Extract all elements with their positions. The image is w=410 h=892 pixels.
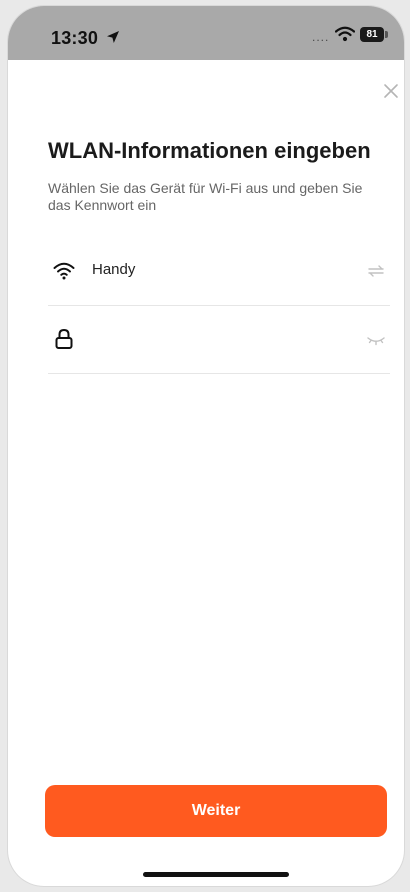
close-icon[interactable]	[382, 82, 400, 100]
wifi-ssid: Handy	[92, 261, 136, 278]
battery-indicator: 81	[360, 27, 390, 42]
wifi-network-row[interactable]: Handy	[48, 237, 390, 306]
wifi-icon	[53, 262, 75, 280]
page-title: WLAN-Informationen eingeben	[48, 138, 371, 163]
wifi-password-row	[48, 305, 390, 374]
app-screen: 13:30 .... 81 WLAN-Informationen eingebe…	[8, 6, 404, 886]
location-arrow-icon	[107, 31, 119, 43]
switch-network-icon[interactable]	[366, 261, 386, 281]
battery-level: 81	[366, 29, 378, 40]
password-input[interactable]	[92, 323, 342, 355]
status-bar: 13:30 .... 81	[8, 6, 404, 60]
lock-icon	[55, 328, 73, 349]
next-button[interactable]: Weiter	[45, 785, 387, 837]
status-time: 13:30	[51, 28, 99, 48]
device-frame: 13:30 .... 81 WLAN-Informationen eingebe…	[0, 0, 410, 892]
cellular-signal-indicator: ....	[312, 30, 330, 44]
battery-tip	[385, 31, 388, 38]
page-subtitle: Wählen Sie das Gerät für Wi-Fi aus und g…	[48, 180, 363, 213]
home-indicator	[143, 872, 289, 877]
wifi-icon	[335, 26, 355, 42]
hide-password-eye-icon[interactable]	[366, 329, 386, 349]
